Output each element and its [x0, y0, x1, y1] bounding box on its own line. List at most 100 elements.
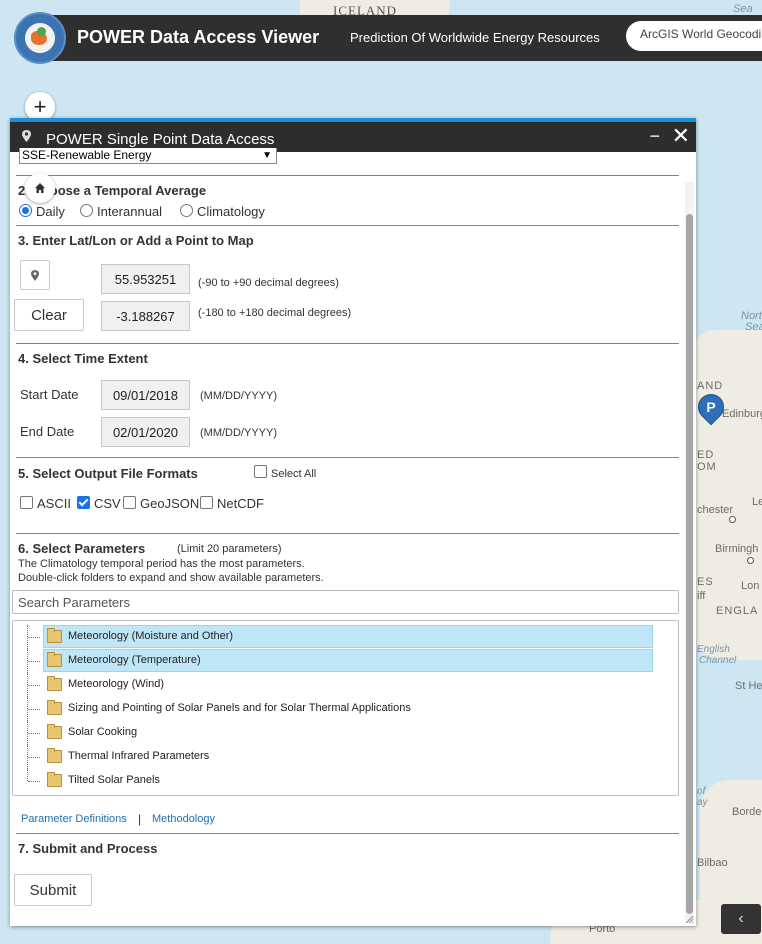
map-label-channel: Channel — [699, 655, 737, 666]
latitude-hint: (-90 to +90 decimal degrees) — [198, 277, 339, 289]
end-date-input[interactable]: 02/01/2020 — [101, 417, 190, 447]
divider — [16, 225, 679, 226]
section-latlon-title: 3. Enter Lat/Lon or Add a Point to Map — [18, 233, 254, 248]
map-label-sea: Sea — [733, 3, 753, 15]
checkbox-checked-icon — [77, 496, 90, 509]
search-parameters-input[interactable]: Search Parameters — [12, 590, 679, 614]
panel-body: SSE-Renewable Energy ▼ 2. Choose a Tempor… — [10, 148, 696, 926]
dataset-select[interactable]: SSE-Renewable Energy ▼ — [19, 148, 277, 164]
start-date-label: Start Date — [20, 387, 79, 402]
tree-folder-label: Thermal Infrared Parameters — [68, 750, 210, 762]
map-label-north-sea: Sea — [745, 321, 762, 333]
map-label-scotland: AND — [697, 380, 724, 392]
map-label-birmingham: Birmingh — [715, 543, 759, 555]
resize-grip-icon[interactable] — [684, 914, 694, 924]
format-netcdf-label: NetCDF — [217, 496, 264, 511]
tree-folder-temperature[interactable]: Meteorology (Temperature) — [13, 649, 673, 673]
panel-header[interactable]: POWER Single Point Data Access − ✕ — [10, 118, 696, 152]
section-submit-title: 7. Submit and Process — [18, 841, 158, 856]
submit-button[interactable]: Submit — [14, 874, 92, 906]
start-date-input[interactable]: 09/01/2018 — [101, 380, 190, 410]
tree-connector — [27, 697, 42, 721]
format-csv[interactable]: CSV — [77, 496, 121, 511]
parameters-note-1: The Climatology temporal period has the … — [18, 558, 305, 570]
methodology-link[interactable]: Methodology — [152, 813, 215, 825]
pin-icon — [31, 269, 39, 281]
tree-connector — [27, 649, 42, 673]
map-label-dom: OM — [697, 461, 717, 473]
tree-folder-label: Sizing and Pointing of Solar Panels and … — [68, 702, 411, 714]
home-icon — [35, 183, 45, 193]
radio-daily[interactable]: Daily — [19, 204, 65, 219]
map-label-iff: iff — [697, 590, 706, 602]
start-date-hint: (MM/DD/YYYY) — [200, 390, 277, 402]
close-button[interactable]: ✕ — [672, 125, 690, 147]
scrollbar-thumb[interactable] — [686, 214, 693, 914]
map-label-bilbao: Bilbao — [697, 857, 728, 869]
section-parameters-title: 6. Select Parameters — [18, 541, 146, 556]
tree-folder-solar-cooking[interactable]: Solar Cooking — [13, 721, 673, 745]
tree-folder-wind[interactable]: Meteorology (Wind) — [13, 673, 673, 697]
minimize-button[interactable]: − — [649, 126, 660, 147]
format-geojson[interactable]: GeoJSON — [123, 496, 199, 511]
map-label-es: ES — [697, 576, 714, 588]
chevron-left-icon: ‹ — [738, 910, 744, 927]
parameter-tree[interactable]: Meteorology (Moisture and Other) Meteoro… — [12, 620, 679, 796]
select-all-label: Select All — [271, 468, 317, 480]
geocoder-search-input[interactable]: ArcGIS World Geocoding Service — [626, 21, 762, 51]
clear-button[interactable]: Clear — [14, 299, 84, 331]
format-netcdf[interactable]: NetCDF — [200, 496, 264, 511]
tree-connector — [27, 625, 42, 649]
longitude-hint: (-180 to +180 decimal degrees) — [198, 307, 352, 319]
folder-icon — [47, 700, 62, 715]
tree-connector — [27, 745, 42, 769]
section-formats-title: 5. Select Output File Formats — [18, 466, 198, 481]
tree-folder-thermal[interactable]: Thermal Infrared Parameters — [13, 745, 673, 769]
app-subtitle: Prediction Of Worldwide Energy Resources — [350, 30, 600, 45]
city-dot — [747, 557, 754, 564]
checkbox-icon — [20, 496, 33, 509]
radio-interannual[interactable]: Interannual — [80, 204, 162, 219]
select-all-checkbox[interactable]: Select All — [254, 465, 316, 480]
city-dot — [729, 516, 736, 523]
radio-climatology[interactable]: Climatology — [180, 204, 265, 219]
marker-letter: P — [706, 399, 716, 415]
divider — [16, 343, 679, 344]
tree-folder-label: Solar Cooking — [68, 726, 138, 738]
format-geojson-label: GeoJSON — [140, 496, 200, 511]
folder-icon — [47, 676, 62, 691]
parameter-definitions-link[interactable]: Parameter Definitions — [21, 813, 127, 825]
tree-folder-label: Meteorology (Moisture and Other) — [68, 630, 234, 642]
radio-climatology-label: Climatology — [197, 204, 265, 219]
latitude-input[interactable]: 55.953251 — [101, 264, 190, 294]
map-label-england: ENGLA — [716, 605, 759, 617]
home-button[interactable] — [25, 173, 55, 203]
folder-icon — [47, 748, 62, 763]
radio-daily-label: Daily — [36, 204, 65, 219]
tree-folder-sizing[interactable]: Sizing and Pointing of Solar Panels and … — [13, 697, 673, 721]
tree-folder-tilted[interactable]: Tilted Solar Panels — [13, 769, 673, 793]
tree-connector — [27, 769, 42, 782]
longitude-input[interactable]: -3.188267 — [101, 301, 190, 331]
map-label-le: Le — [752, 496, 762, 508]
tree-connector — [27, 721, 42, 745]
tree-folder-label: Meteorology (Temperature) — [68, 654, 201, 666]
tree-folder-label: Meteorology (Wind) — [68, 678, 164, 690]
tree-folder-moisture[interactable]: Meteorology (Moisture and Other) — [13, 625, 673, 649]
add-point-button[interactable] — [20, 260, 50, 290]
folder-icon — [47, 772, 62, 787]
dataset-value: SSE-Renewable Energy — [22, 148, 152, 162]
format-ascii[interactable]: ASCII — [20, 496, 71, 511]
link-separator: | — [138, 812, 142, 826]
power-logo-icon[interactable] — [14, 12, 66, 64]
app-header: POWER Data Access Viewer Prediction Of W… — [14, 12, 762, 64]
format-csv-label: CSV — [94, 496, 121, 511]
map-label-borde: Borde — [732, 806, 762, 818]
collapse-left-button[interactable]: ‹ — [721, 904, 761, 934]
radio-icon — [80, 204, 93, 217]
map-label-edinburgh: Edinburgh — [722, 408, 762, 420]
map-label-st-he: St He — [735, 680, 762, 692]
panel-title: POWER Single Point Data Access — [46, 131, 275, 148]
pin-icon — [22, 130, 31, 142]
map-label-ed: ED — [697, 449, 715, 461]
